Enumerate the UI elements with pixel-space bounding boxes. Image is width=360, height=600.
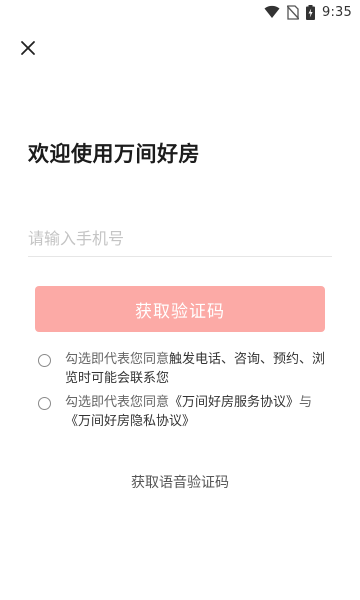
agreement-terms-text: 勾选即代表您同意《万间好房服务协议》与《万间好房隐私协议》 — [65, 393, 328, 431]
no-sim-icon — [287, 4, 299, 20]
agreement-contact-row: 勾选即代表您同意触发电话、咨询、预约、浏览时可能会联系您 — [38, 350, 328, 388]
battery-charging-icon — [306, 4, 315, 20]
agreement-contact-radio[interactable] — [38, 354, 51, 367]
get-code-button[interactable]: 获取验证码 — [35, 286, 325, 332]
wifi-icon — [264, 5, 280, 19]
status-bar: 9:35 — [0, 0, 360, 24]
phone-input[interactable] — [28, 220, 332, 257]
close-button[interactable] — [16, 38, 40, 62]
agreement-contact-prefix: 勾选即代表您同意 — [65, 352, 170, 367]
privacy-agreement-link[interactable]: 《万间好房隐私协议》 — [65, 414, 195, 429]
agreement-terms-row: 勾选即代表您同意《万间好房服务协议》与《万间好房隐私协议》 — [38, 393, 328, 431]
agreement-terms-radio[interactable] — [38, 397, 51, 410]
voice-code-link[interactable]: 获取语音验证码 — [0, 472, 360, 492]
agreement-terms-prefix: 勾选即代表您同意 — [65, 395, 170, 410]
close-icon — [20, 40, 36, 60]
service-agreement-link[interactable]: 《万间好房服务协议》 — [169, 395, 299, 410]
status-time: 9:35 — [322, 4, 352, 20]
agreement-contact-text: 勾选即代表您同意触发电话、咨询、预约、浏览时可能会联系您 — [65, 350, 328, 388]
agreement-terms-joiner: 与 — [299, 395, 313, 410]
page-title: 欢迎使用万间好房 — [28, 142, 200, 166]
